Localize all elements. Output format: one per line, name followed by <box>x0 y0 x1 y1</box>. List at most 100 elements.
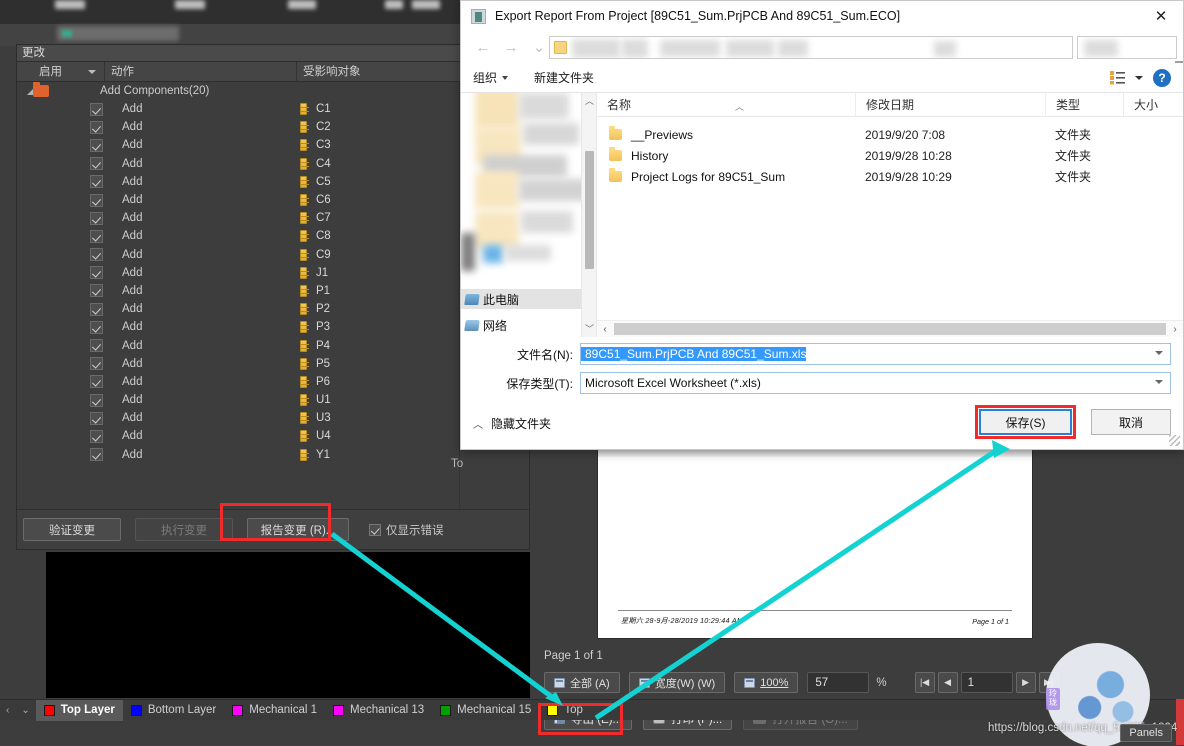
layer-tab-bottom-layer[interactable]: Bottom Layer <box>123 700 224 721</box>
scroll-down-icon[interactable]: ﹀ <box>582 321 596 337</box>
scroll-right-icon[interactable]: › <box>1167 324 1183 335</box>
chevron-down-icon[interactable] <box>1155 380 1163 384</box>
layer-scroll-left-icon[interactable]: ‹ <box>6 705 9 716</box>
next-page-button[interactable]: ▶ <box>1015 672 1036 693</box>
row-enable-checkbox[interactable] <box>90 266 103 280</box>
eco-change-row[interactable]: Add P3 <box>17 318 529 336</box>
scrollbar-thumb[interactable] <box>585 151 594 269</box>
expand-collapse-icon[interactable]: ◢ <box>17 87 33 96</box>
eco-change-row[interactable]: Add P6 <box>17 373 529 391</box>
scroll-up-icon[interactable]: ︿ <box>582 93 596 109</box>
eco-change-row[interactable]: Add C6 <box>17 191 529 209</box>
file-column-date[interactable]: 修改日期 <box>855 92 1045 117</box>
filetype-select[interactable]: Microsoft Excel Worksheet (*.xls) <box>580 372 1171 394</box>
eco-change-row[interactable]: Add P2 <box>17 300 529 318</box>
zoom-percent-input[interactable]: 57 <box>807 672 870 693</box>
row-enable-checkbox[interactable] <box>90 248 103 262</box>
column-header-enable[interactable]: 启用 <box>17 62 104 82</box>
layer-tab-mechanical-15[interactable]: Mechanical 15 <box>432 700 539 721</box>
row-enable-checkbox[interactable] <box>90 120 103 134</box>
eco-change-row[interactable]: Add J1 <box>17 264 529 282</box>
eco-change-row[interactable]: Add C2 <box>17 118 529 136</box>
eco-change-row[interactable]: Add P1 <box>17 282 529 300</box>
organize-menu[interactable]: 组织 <box>473 69 509 86</box>
search-input[interactable] <box>1077 36 1177 59</box>
file-column-name[interactable]: 名称 ︿ <box>597 93 855 117</box>
row-enable-checkbox[interactable] <box>90 302 103 316</box>
horizontal-scrollbar-thumb[interactable] <box>614 323 1166 335</box>
eco-change-row[interactable]: Add C1 <box>17 100 529 118</box>
row-enable-checkbox[interactable] <box>90 211 103 225</box>
zoom-100-button[interactable]: 100% <box>734 672 799 693</box>
filename-input[interactable]: 89C51_Sum.PrjPCB And 89C51_Sum.xls <box>580 343 1171 365</box>
forward-icon[interactable]: → <box>497 39 525 56</box>
hide-folders-toggle[interactable]: ︿ 隐藏文件夹 <box>473 415 551 432</box>
cancel-button[interactable]: 取消 <box>1091 409 1171 435</box>
resize-grip[interactable] <box>1169 435 1180 446</box>
eco-change-row[interactable]: Add C3 <box>17 136 529 154</box>
nav-item-network[interactable]: 网络 <box>461 315 596 335</box>
close-icon[interactable]: ✕ <box>1139 1 1183 31</box>
row-enable-checkbox[interactable] <box>90 138 103 152</box>
row-enable-checkbox[interactable] <box>90 175 103 189</box>
nav-item-this-pc[interactable]: 此电脑 <box>461 289 596 309</box>
layer-dropdown-icon[interactable]: ⌄ <box>21 705 29 716</box>
row-enable-checkbox[interactable] <box>90 102 103 116</box>
eco-change-row[interactable]: Add C9 <box>17 246 529 264</box>
file-column-size[interactable]: 大小 <box>1123 92 1183 117</box>
eco-change-row[interactable]: Add U4 <box>17 427 529 445</box>
validate-changes-button[interactable]: 验证变更 <box>23 518 121 541</box>
address-bar[interactable] <box>549 36 1073 59</box>
file-list-row[interactable]: __Previews 2019/9/20 7:08 文件夹 <box>597 124 1183 145</box>
view-options-chevron-icon[interactable] <box>1135 76 1143 80</box>
back-icon[interactable]: ← <box>469 39 497 56</box>
eco-row-list[interactable]: ◢ Add Components(20) Add C1 Add C2 Add C3 Add C… <box>17 82 529 510</box>
row-enable-checkbox[interactable] <box>90 411 103 425</box>
help-icon[interactable]: ? <box>1153 69 1171 87</box>
first-page-button[interactable]: |◀ <box>914 672 935 693</box>
eco-change-row[interactable]: Add P5 <box>17 355 529 373</box>
report-page-preview[interactable]: 星期六 28-9月-28/2019 10:29:44 AM Page 1 of … <box>598 450 1032 638</box>
row-enable-checkbox[interactable] <box>90 339 103 353</box>
row-enable-checkbox[interactable] <box>90 157 103 171</box>
pcb-editor-canvas[interactable] <box>46 552 530 698</box>
file-column-type[interactable]: 类型 <box>1045 92 1123 117</box>
file-list-row[interactable]: Project Logs for 89C51_Sum 2019/9/28 10:2… <box>597 166 1183 187</box>
eco-change-row[interactable]: Add C8 <box>17 227 529 245</box>
file-list-row[interactable]: History 2019/9/28 10:28 文件夹 <box>597 145 1183 166</box>
row-enable-checkbox[interactable] <box>90 357 103 371</box>
layer-tab-top-layer[interactable]: Top Layer <box>35 699 123 721</box>
eco-change-row[interactable]: Add U1 <box>17 391 529 409</box>
layer-tab-mechanical-1[interactable]: Mechanical 1 <box>224 700 325 721</box>
file-list-horizontal-scrollbar[interactable]: ‹ › <box>597 320 1183 337</box>
column-header-action[interactable]: 动作 <box>104 61 296 82</box>
eco-change-row[interactable]: Add U3 <box>17 409 529 427</box>
eco-change-row[interactable]: Add C5 <box>17 173 529 191</box>
fit-width-button[interactable]: 宽度(W) (W) <box>628 672 726 693</box>
row-enable-checkbox[interactable] <box>90 448 103 462</box>
eco-change-row[interactable]: Add C7 <box>17 209 529 227</box>
dialog-titlebar[interactable]: Export Report From Project [89C51_Sum.Pr… <box>461 1 1183 31</box>
row-enable-checkbox[interactable] <box>90 229 103 243</box>
row-enable-checkbox[interactable] <box>90 193 103 207</box>
row-enable-checkbox[interactable] <box>90 429 103 443</box>
layer-tab-mechanical-13[interactable]: Mechanical 13 <box>325 700 432 721</box>
new-folder-button[interactable]: 新建文件夹 <box>534 69 594 86</box>
panels-button[interactable]: Panels <box>1120 724 1172 742</box>
chevron-down-icon[interactable] <box>1155 351 1163 355</box>
eco-group-row[interactable]: ◢ Add Components(20) <box>17 82 529 100</box>
file-list-pane[interactable]: 名称 ︿ 修改日期 类型 大小 __Previews 2019/9/20 7:08… <box>597 92 1183 337</box>
nav-pane-scrollbar[interactable]: ︿ ﹀ <box>581 93 596 337</box>
row-enable-checkbox[interactable] <box>90 393 103 407</box>
navigation-pane[interactable]: 此电脑 网络 ︿ ﹀ <box>461 93 597 337</box>
eco-change-row[interactable]: Add C4 <box>17 155 529 173</box>
eco-change-row[interactable]: Add P4 <box>17 336 529 354</box>
previous-page-button[interactable]: ◀ <box>937 672 958 693</box>
row-enable-checkbox[interactable] <box>90 320 103 334</box>
page-number-input[interactable]: 1 <box>960 672 1013 693</box>
row-enable-checkbox[interactable] <box>90 284 103 298</box>
only-show-errors-checkbox[interactable]: 仅显示错误 <box>369 522 444 538</box>
view-options-icon[interactable] <box>1110 71 1125 85</box>
document-tab[interactable] <box>57 26 179 41</box>
row-enable-checkbox[interactable] <box>90 375 103 389</box>
